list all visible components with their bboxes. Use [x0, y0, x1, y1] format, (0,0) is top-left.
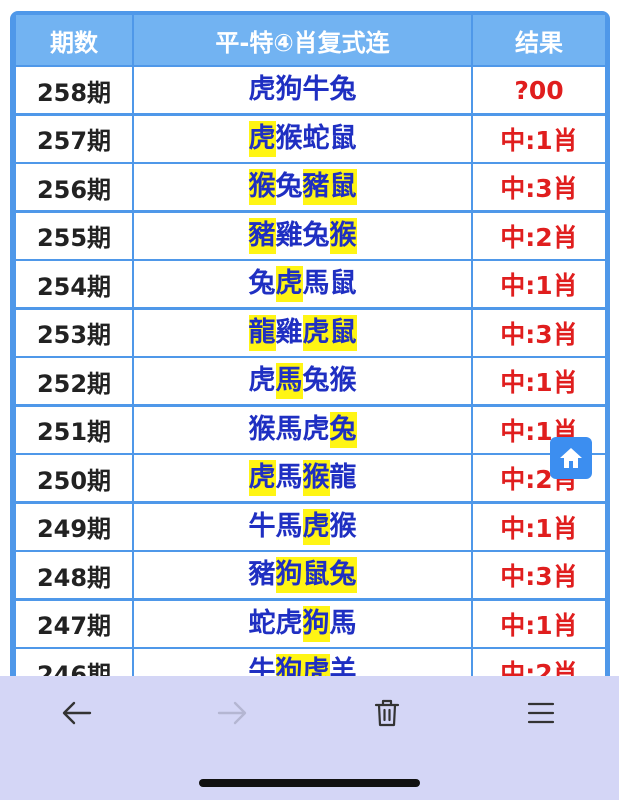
zodiac-item: 馬: [275, 413, 303, 445]
period-cell: 254期: [16, 261, 132, 307]
back-arrow-icon: [62, 701, 92, 725]
zodiac-item: 猴: [275, 122, 303, 154]
back-button[interactable]: [47, 691, 107, 735]
zodiac-item: 蛇: [248, 607, 276, 639]
trash-icon: [374, 699, 400, 727]
zodiac-hit: 虎: [248, 120, 276, 157]
forward-button[interactable]: [202, 691, 262, 735]
zodiac-item: 雞: [275, 316, 303, 348]
zodiac-hit: 鼠: [329, 314, 357, 351]
zodiac-hit: 狗: [275, 557, 303, 593]
home-button[interactable]: [550, 437, 592, 479]
zodiac-item: 鼠: [329, 122, 357, 154]
zodiac-combo-cell: 虎馬猴龍: [134, 455, 471, 501]
zodiac-combo-cell: 蛇虎狗馬: [134, 600, 471, 647]
zodiac-item: 牛: [248, 510, 276, 542]
header-result: 结果: [473, 15, 605, 65]
zodiac-item: 虎: [275, 607, 303, 639]
zodiac-item: 兔: [248, 268, 276, 299]
period-cell: 249期: [16, 503, 132, 550]
zodiac-hit: 狗: [302, 605, 330, 642]
zodiac-item: 鼠: [329, 268, 357, 299]
zodiac-hit: 豬: [302, 169, 330, 205]
zodiac-item: 豬: [248, 559, 276, 590]
zodiac-combo-cell: 猴兔豬鼠: [134, 164, 471, 210]
zodiac-item: 虎: [248, 74, 276, 105]
home-icon: [560, 448, 582, 468]
zodiac-combo-cell: 虎狗牛兔: [134, 67, 471, 113]
zodiac-item: 馬: [275, 462, 303, 493]
zodiac-item: 馬: [275, 510, 303, 542]
result-cell: 中:3肖: [473, 164, 605, 210]
result-cell: 中:1肖: [473, 503, 605, 550]
zodiac-item: 牛: [302, 74, 330, 105]
zodiac-item: 馬: [302, 268, 330, 299]
zodiac-combo-cell: 豬狗鼠兔: [134, 552, 471, 598]
zodiac-hit: 虎: [302, 314, 330, 351]
period-cell: 253期: [16, 309, 132, 356]
zodiac-hit: 兔: [329, 557, 357, 593]
zodiac-hit: 鼠: [329, 169, 357, 205]
zodiac-combo-cell: 虎馬兔猴: [134, 358, 471, 404]
zodiac-combo-cell: 龍雞虎鼠: [134, 309, 471, 356]
header-period: 期数: [16, 15, 132, 65]
zodiac-item: 兔: [302, 219, 330, 251]
zodiac-hit: 虎: [275, 266, 303, 302]
period-cell: 250期: [16, 455, 132, 501]
zodiac-hit: 龍: [248, 314, 276, 351]
period-cell: 247期: [16, 600, 132, 647]
zodiac-item: 雞: [275, 219, 303, 251]
period-cell: 251期: [16, 406, 132, 453]
result-cell: 中:1肖: [473, 600, 605, 647]
zodiac-hit: 虎: [302, 508, 330, 545]
result-cell: ?00: [473, 67, 605, 113]
zodiac-item: 猴: [248, 413, 276, 445]
zodiac-hit: 豬: [248, 217, 276, 254]
zodiac-item: 龍: [329, 462, 357, 493]
zodiac-item: 虎: [302, 413, 330, 445]
result-cell: 中:1肖: [473, 115, 605, 162]
menu-button[interactable]: [511, 691, 571, 735]
zodiac-hit: 鼠: [302, 557, 330, 593]
result-cell: 中:2肖: [473, 212, 605, 259]
zodiac-combo-cell: 牛馬虎猴: [134, 503, 471, 550]
result-cell: 中:3肖: [473, 309, 605, 356]
zodiac-item: 兔: [275, 171, 303, 202]
result-cell: 中:3肖: [473, 552, 605, 598]
zodiac-hit: 猴: [248, 169, 276, 205]
forward-arrow-icon: [217, 701, 247, 725]
delete-button[interactable]: [357, 691, 417, 735]
zodiac-combo-cell: 猴馬虎兔: [134, 406, 471, 453]
zodiac-hit: 猴: [302, 460, 330, 496]
period-cell: 258期: [16, 67, 132, 113]
zodiac-hit: 馬: [275, 363, 303, 399]
zodiac-hit: 虎: [248, 460, 276, 496]
zodiac-combo-cell: 虎猴蛇鼠: [134, 115, 471, 162]
header-zodiac-combo: 平-特④肖复式连: [134, 15, 471, 65]
data-table: 期数 平-特④肖复式连 结果 258期虎狗牛兔 ?00 257期虎猴蛇鼠中:1肖 25…: [10, 11, 610, 701]
period-cell: 257期: [16, 115, 132, 162]
zodiac-item: 猴: [329, 510, 357, 542]
zodiac-item: 兔: [302, 365, 330, 396]
zodiac-hit: 猴: [329, 217, 357, 254]
zodiac-item: 狗: [275, 74, 303, 105]
zodiac-item: 蛇: [302, 122, 330, 154]
zodiac-item: 猴: [329, 365, 357, 396]
zodiac-item: 虎: [248, 365, 276, 396]
result-cell: 中:1肖: [473, 261, 605, 307]
period-cell: 252期: [16, 358, 132, 404]
zodiac-combo-cell: 豬雞兔猴: [134, 212, 471, 259]
zodiac-item: 兔: [329, 74, 357, 105]
result-cell: 中:1肖: [473, 358, 605, 404]
period-cell: 248期: [16, 552, 132, 598]
period-cell: 255期: [16, 212, 132, 259]
period-cell: 256期: [16, 164, 132, 210]
home-indicator[interactable]: [199, 779, 420, 787]
zodiac-hit: 兔: [329, 411, 357, 448]
menu-icon: [527, 702, 555, 724]
zodiac-combo-cell: 兔虎馬鼠: [134, 261, 471, 307]
zodiac-item: 馬: [329, 607, 357, 639]
